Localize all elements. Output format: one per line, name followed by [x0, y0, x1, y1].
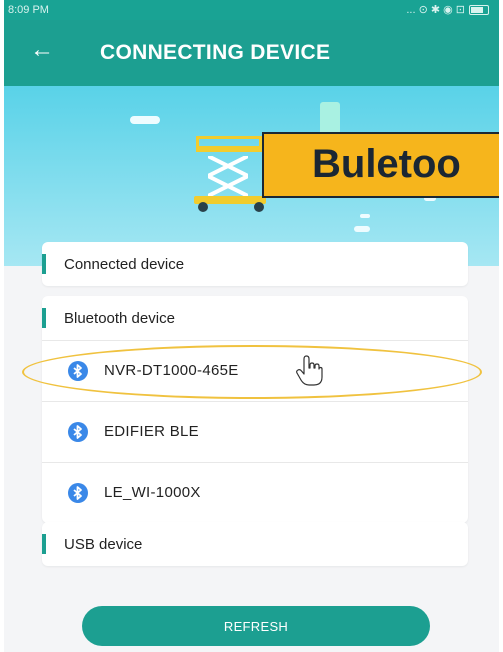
status-icons: ... ⊙ ✱ ◉ ⊡ — [406, 3, 489, 16]
highlight-ellipse — [22, 345, 482, 399]
bluetooth-device-card: Bluetooth device NVR-DT1000-465E EDIFIER… — [22, 296, 482, 523]
wheel-icon — [254, 202, 264, 212]
device-name: LE_WI-1000X — [104, 484, 201, 501]
section-accent-bar — [42, 308, 46, 328]
status-time: 8:09 PM — [8, 4, 49, 16]
bluetooth-icon — [68, 483, 88, 503]
battery-icon — [469, 4, 489, 15]
device-row[interactable]: NVR-DT1000-465E — [22, 340, 482, 401]
section-title: USB device — [64, 536, 143, 553]
banner-label-text: Buletoo — [312, 142, 461, 186]
device-row[interactable]: EDIFIER BLE — [42, 401, 468, 462]
arrow-left-icon[interactable]: ← — [30, 38, 54, 62]
section-header-bluetooth: Bluetooth device — [42, 296, 468, 340]
status-bar: 8:09 PM ... ⊙ ✱ ◉ ⊡ — [4, 0, 499, 20]
decor-cloud — [130, 116, 160, 124]
app-bar: ← CONNECTING DEVICE — [4, 20, 499, 86]
lift-platform — [196, 136, 262, 152]
refresh-button[interactable]: REFRESH — [82, 606, 430, 646]
pointer-hand-icon — [296, 355, 323, 386]
section-accent-bar — [42, 534, 46, 554]
decor-cloud — [360, 214, 370, 218]
phone-screen: 8:09 PM ... ⊙ ✱ ◉ ⊡ ← CONNECTING DEVICE — [4, 0, 499, 652]
usb-device-card: USB device — [42, 522, 468, 566]
section-accent-bar — [42, 254, 46, 274]
bluetooth-icon — [68, 422, 88, 442]
section-title: Bluetooth device — [64, 310, 175, 327]
banner-illustration: Buletoo — [4, 86, 499, 266]
device-name: EDIFIER BLE — [104, 423, 199, 440]
banner-label: Buletoo — [262, 132, 499, 198]
status-icon-text: ... ⊙ ✱ ◉ ⊡ — [406, 4, 465, 16]
lift-scissor — [208, 156, 248, 196]
connected-device-card: Connected device — [42, 242, 468, 286]
page-title: CONNECTING DEVICE — [100, 41, 331, 64]
device-name: NVR-DT1000-465E — [104, 362, 239, 379]
section-title: Connected device — [64, 256, 185, 273]
wheel-icon — [198, 202, 208, 212]
device-row[interactable]: LE_WI-1000X — [42, 462, 468, 523]
section-header-connected: Connected device — [42, 242, 468, 286]
section-header-usb: USB device — [42, 522, 468, 566]
bluetooth-icon — [68, 361, 88, 381]
decor-cloud — [354, 226, 370, 232]
